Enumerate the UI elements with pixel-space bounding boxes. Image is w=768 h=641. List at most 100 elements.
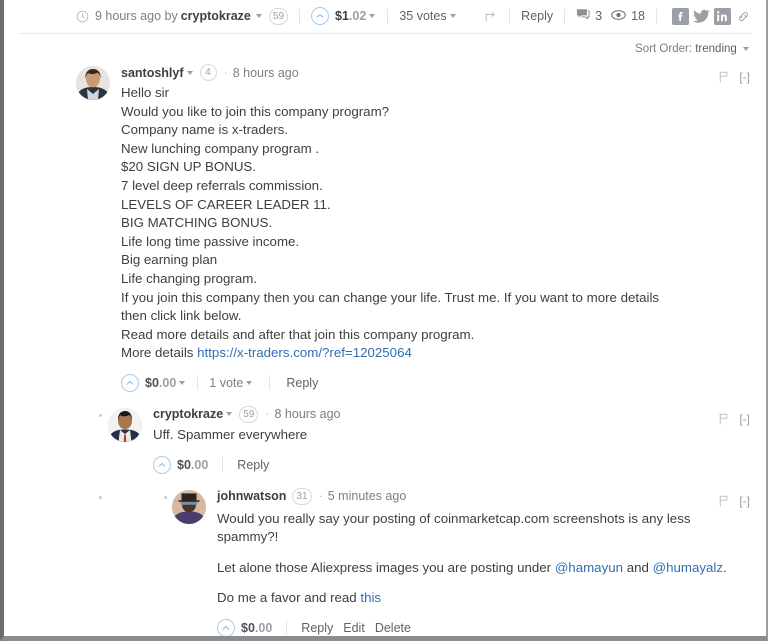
link-icon[interactable] [735,8,752,25]
mention-link-humayalz[interactable]: @humayalz [653,560,723,575]
upvote-icon[interactable] [311,7,330,25]
comment-1-header: santoshlyf 4 · 8 hours ago [121,64,750,81]
sort-order-control[interactable]: Sort Order: trending [4,34,766,62]
comment-vote-count[interactable]: 1 vote [209,376,243,390]
comment-2-header: cryptokraze 59 · 8 hours ago [153,405,750,423]
comment-author-link[interactable]: santoshlyf [121,66,184,80]
comment-1-body: santoshlyf 4 · 8 hours ago Hello sir Wou… [110,64,750,392]
payout-chevron-down-icon[interactable] [369,14,376,18]
comment-3-text: Would you really say your posting of coi… [217,510,750,608]
flag-icon[interactable] [719,494,730,507]
comment-line: LEVELS OF CAREER LEADER 11. [121,196,331,212]
comment-timestamp[interactable]: 8 hours ago [233,66,299,80]
comment-timestamp[interactable]: 8 hours ago [274,407,340,421]
separator-dot: · [318,489,323,503]
facebook-icon[interactable] [672,7,689,25]
para3-before: Do me a favor and read [217,590,361,606]
meta-separator-3 [509,8,511,24]
comment-payout-chevron-down-icon[interactable] [179,380,186,385]
comment-timestamp[interactable]: 5 minutes ago [328,489,407,503]
upvote-icon[interactable] [153,455,171,474]
comment-votes-chevron-down-icon[interactable] [246,380,253,385]
comment-paragraph-1: Would you really say your posting of coi… [217,510,691,545]
comment-controls-3: [-] [719,494,750,508]
comment-line: $20 SIGN UP BONUS. [121,159,256,175]
thread-indent-dot [164,495,167,499]
comment-thread-level-1: [-] santoshlyf 4 · 8 hours ago Hello sir… [4,62,766,392]
post-vote-count[interactable]: 35 votes [399,9,446,23]
action-separator-2 [269,375,271,391]
twitter-icon[interactable] [693,8,710,25]
comment-3: johnwatson 31 · 5 minutes ago Would you … [172,487,750,636]
comment-payout[interactable]: $0.00 [145,376,176,390]
comment-1-actions: $0.00 1 vote Reply [121,373,750,392]
comment-author-reputation-badge: 59 [239,405,259,423]
share-icon[interactable] [485,10,498,23]
avatar[interactable] [108,407,142,442]
comment-2-actions: $0.00 Reply [153,455,750,474]
linkedin-icon[interactable] [714,7,731,25]
browser-page: 9 hours ago by cryptokraze 59 $1.02 35 v… [0,0,768,641]
meta-separator-2 [387,8,389,24]
votes-chevron-down-icon[interactable] [449,14,456,18]
post-meta-bar: 9 hours ago by cryptokraze 59 $1.02 35 v… [4,0,766,33]
separator-dot: · [223,65,228,80]
collapse-toggle-3[interactable]: [-] [739,494,750,508]
comment-line: 7 level deep referrals commission. [121,177,323,193]
clock-icon [76,10,89,23]
avatar[interactable] [172,489,206,524]
flag-icon[interactable] [719,413,730,425]
comment-2: cryptokraze 59 · 8 hours ago Uff. Spamme… [108,405,750,474]
sort-chevron-down-icon[interactable] [743,46,749,51]
comment-edit-button[interactable]: Edit [343,621,365,635]
post-author-link[interactable]: cryptokraze [181,9,251,23]
view-count: 18 [611,9,645,24]
comment-thread-level-3: [-] johnwatson 31 · 5 minutes ago Would … [4,474,766,636]
comment-1: santoshlyf 4 · 8 hours ago Hello sir Wou… [76,64,750,392]
comment-3-body: johnwatson 31 · 5 minutes ago Would you … [206,487,750,636]
comment-author-chevron-down-icon[interactable] [226,412,233,417]
comment-count-value: 3 [595,9,603,23]
sort-order-value[interactable]: trending [695,43,737,55]
external-link[interactable]: https://x-traders.com/?ref=12025064 [197,345,412,360]
comment-3-actions: $0.00 Reply Edit Delete [217,618,750,636]
action-separator [222,457,224,472]
author-reputation-badge: 59 [268,7,289,25]
comment-reply-button[interactable]: Reply [301,621,333,635]
post-time-prefix: 9 hours ago by [95,9,178,23]
comment-3-header: johnwatson 31 · 5 minutes ago [217,487,750,505]
comment-payout: $0.00 [177,457,209,472]
comment-author-chevron-down-icon[interactable] [186,70,193,75]
collapse-toggle-2[interactable]: [-] [739,412,750,426]
action-separator [197,375,199,391]
comment-line: Big earning plan [121,252,218,268]
inline-link-this[interactable]: this [360,590,381,605]
comment-more-details-line: More details https://x-traders.com/?ref=… [121,344,750,363]
upvote-icon[interactable] [121,373,139,392]
comment-author-reputation-badge: 31 [292,487,312,505]
comment-paragraph-3: Do me a favor and read this [217,589,750,608]
post-reply-button[interactable]: Reply [521,9,553,23]
upvote-icon[interactable] [217,618,235,636]
comment-1-text: Hello sir Would you like to join this co… [121,84,750,363]
para2-before: Let alone those Aliexpress images you ar… [217,559,555,575]
post-payout[interactable]: $1.02 [335,9,366,23]
comment-thread-level-2: [-] cryptokraze 59 · 8 hours ago Uff. Sp… [4,392,766,474]
comment-reply-button[interactable]: Reply [237,458,269,472]
mention-link-hamayun[interactable]: @hamayun [555,560,623,575]
avatar[interactable] [76,66,110,100]
comment-author-link[interactable]: johnwatson [217,489,286,503]
flag-icon[interactable] [719,71,730,83]
meta-separator-5 [656,8,657,24]
collapse-toggle-1[interactable]: [-] [739,70,750,84]
comment-line: Company name is x-traders. [121,122,289,138]
comment-reply-button[interactable]: Reply [286,376,318,390]
comment-author-link[interactable]: cryptokraze [153,407,223,421]
more-details-label: More details [121,345,194,361]
author-chevron-down-icon[interactable] [255,14,262,18]
comment-count[interactable]: 3 [576,8,602,24]
thread-indent-dot [99,413,102,417]
comment-delete-button[interactable]: Delete [375,621,411,635]
view-count-value: 18 [631,9,645,23]
post-meta-right: Reply 3 18 [485,7,752,25]
